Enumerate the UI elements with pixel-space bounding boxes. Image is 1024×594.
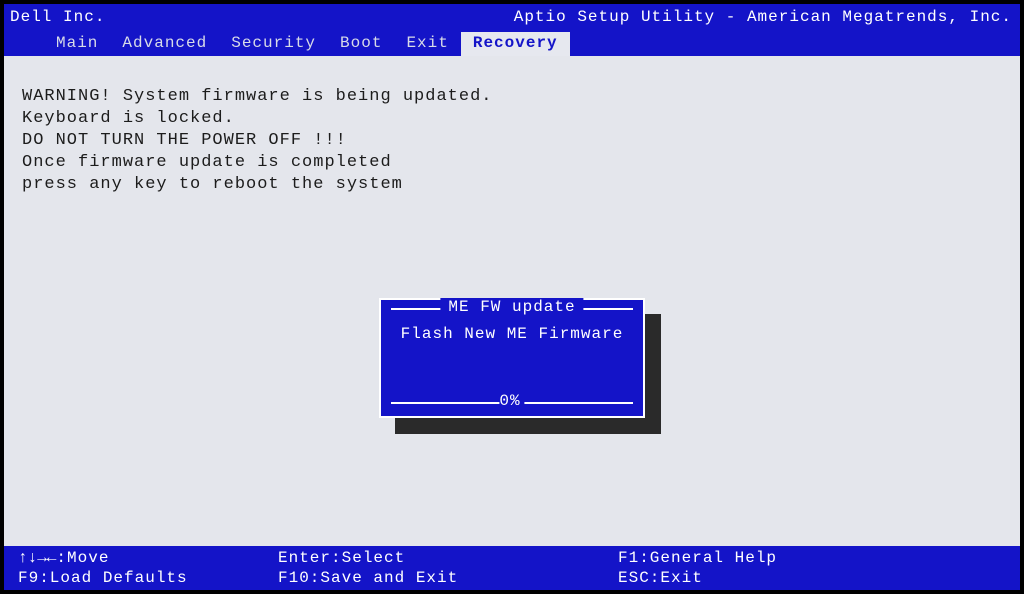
footer-col-2: Enter:Select F10:Save and Exit (278, 548, 618, 588)
hint-enter: Enter:Select (278, 549, 618, 567)
warning-line: Keyboard is locked. (22, 108, 1002, 130)
bios-screen: Dell Inc. Aptio Setup Utility - American… (4, 4, 1020, 590)
tab-main[interactable]: Main (44, 32, 110, 56)
footer-col-1: ↑↓→←:Move F9:Load Defaults (18, 548, 278, 588)
progress-text: 0% (499, 392, 524, 410)
warning-line: DO NOT TURN THE POWER OFF !!! (22, 130, 1002, 152)
dialog-title-row: ME FW update (381, 308, 643, 309)
content-panel: WARNING! System firmware is being update… (4, 56, 1020, 546)
dialog-title: ME FW update (440, 298, 583, 316)
footer-col-3: F1:General Help ESC:Exit (618, 548, 1006, 588)
tab-boot[interactable]: Boot (328, 32, 394, 56)
utility-title: Aptio Setup Utility - American Megatrend… (514, 8, 1012, 26)
arrows-icon: ↑↓→← (18, 549, 56, 567)
vendor-label: Dell Inc. (10, 8, 105, 26)
footer-bar: ↑↓→←:Move F9:Load Defaults Enter:Select … (4, 546, 1020, 590)
hint-esc: ESC:Exit (618, 569, 1006, 587)
header-bar: Dell Inc. Aptio Setup Utility - American… (4, 4, 1020, 56)
tab-exit[interactable]: Exit (394, 32, 460, 56)
menu-tabs: Main Advanced Security Boot Exit Recover… (44, 30, 570, 56)
tab-recovery[interactable]: Recovery (461, 32, 570, 56)
warning-line: WARNING! System firmware is being update… (22, 86, 1002, 108)
hint-f1: F1:General Help (618, 549, 1006, 567)
warning-line: press any key to reboot the system (22, 174, 1002, 196)
hint-f9: F9:Load Defaults (18, 569, 278, 587)
hint-move-text: :Move (56, 549, 109, 567)
warning-block: WARNING! System firmware is being update… (22, 86, 1002, 196)
update-dialog: ME FW update Flash New ME Firmware 0% (379, 298, 645, 418)
tab-security[interactable]: Security (219, 32, 328, 56)
warning-line: Once firmware update is completed (22, 152, 1002, 174)
dialog-box: ME FW update Flash New ME Firmware 0% (379, 298, 645, 418)
dialog-message: Flash New ME Firmware (381, 325, 643, 343)
tab-advanced[interactable]: Advanced (110, 32, 219, 56)
hint-move: ↑↓→←:Move (18, 549, 278, 567)
hint-f10: F10:Save and Exit (278, 569, 618, 587)
